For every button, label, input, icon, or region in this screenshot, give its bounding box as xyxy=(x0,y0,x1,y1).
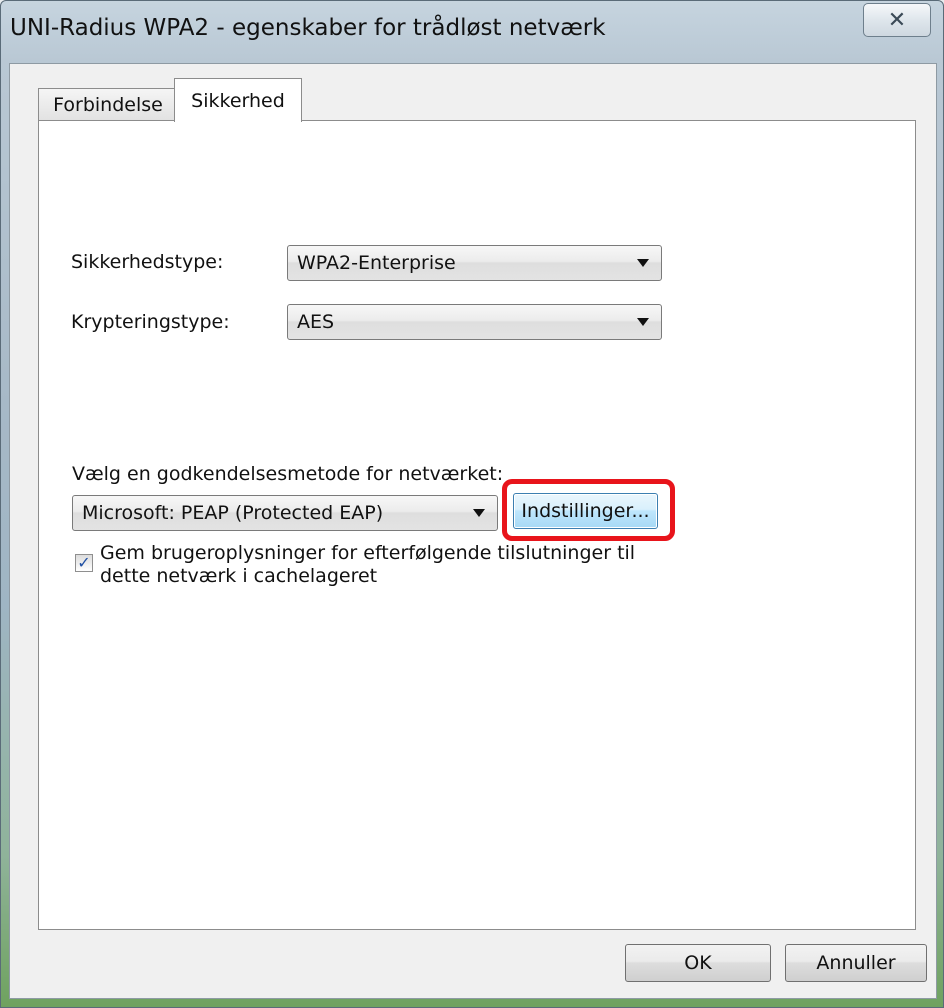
tab-forbindelse[interactable]: Forbindelse xyxy=(38,88,178,120)
cancel-button[interactable]: Annuller xyxy=(785,944,927,982)
encryption-type-value: AES xyxy=(297,311,335,333)
cache-credentials-label-line2: dette netværk i cachelageret xyxy=(100,565,378,587)
ok-button[interactable]: OK xyxy=(625,944,771,982)
dialog-client-area: Forbindelse Sikkerhed Sikkerhedstype: WP… xyxy=(9,63,937,999)
settings-button[interactable]: Indstillinger... xyxy=(513,493,658,529)
close-icon: ✕ xyxy=(887,7,907,33)
encryption-type-dropdown[interactable]: AES xyxy=(287,304,662,340)
security-type-dropdown[interactable]: WPA2-Enterprise xyxy=(287,245,662,281)
cancel-button-label: Annuller xyxy=(816,952,896,974)
chevron-down-icon xyxy=(637,318,649,326)
cache-credentials-checkbox[interactable]: ✓ xyxy=(75,554,93,572)
security-type-label: Sikkerhedstype: xyxy=(71,251,224,273)
auth-method-dropdown[interactable]: Microsoft: PEAP (Protected EAP) xyxy=(72,495,498,531)
auth-method-value: Microsoft: PEAP (Protected EAP) xyxy=(82,502,384,524)
close-button[interactable]: ✕ xyxy=(863,3,931,37)
security-tab-panel: Sikkerhedstype: WPA2-Enterprise Krypteri… xyxy=(38,120,916,930)
properties-dialog: UNI-Radius WPA2 - egenskaber for trådløs… xyxy=(0,0,944,1008)
window-title: UNI-Radius WPA2 - egenskaber for trådløs… xyxy=(10,15,606,41)
chevron-down-icon xyxy=(637,259,649,267)
settings-button-label: Indstillinger... xyxy=(521,500,650,522)
cache-credentials-label-line1: Gem brugeroplysninger for efterfølgende … xyxy=(100,542,636,564)
auth-method-label: Vælg en godkendelsesmetode for netværket… xyxy=(72,463,504,485)
chevron-down-icon xyxy=(473,509,485,517)
title-bar[interactable]: UNI-Radius WPA2 - egenskaber for trådløs… xyxy=(1,1,943,63)
tab-sikkerhed[interactable]: Sikkerhed xyxy=(174,78,302,122)
checkmark-icon: ✓ xyxy=(77,553,91,572)
security-type-value: WPA2-Enterprise xyxy=(297,252,456,274)
tab-label: Forbindelse xyxy=(53,93,163,116)
tab-label: Sikkerhed xyxy=(191,89,285,112)
ok-button-label: OK xyxy=(684,952,712,974)
encryption-type-label: Krypteringstype: xyxy=(71,311,230,333)
